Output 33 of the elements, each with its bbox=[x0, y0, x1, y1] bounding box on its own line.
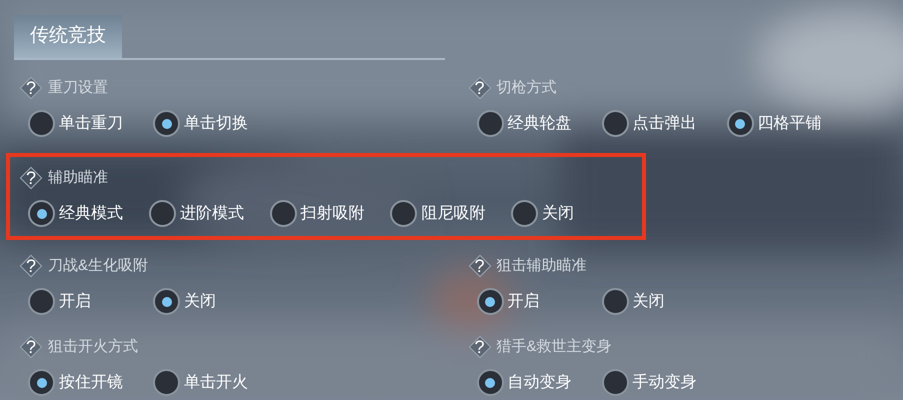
option-label: 单击开火 bbox=[184, 372, 248, 392]
option-label: 单击切换 bbox=[184, 114, 248, 134]
setting-title: 狙击辅助瞄准 bbox=[496, 256, 586, 276]
option-label: 四格平铺 bbox=[758, 114, 822, 134]
option-label: 单击重刀 bbox=[59, 114, 123, 134]
help-button[interactable]: ? bbox=[20, 255, 42, 277]
help-button[interactable]: ? bbox=[468, 77, 490, 99]
help-button[interactable]: ? bbox=[468, 255, 490, 277]
setting-title: 猎手&救世主变身 bbox=[496, 336, 612, 357]
option-label: 自动变身 bbox=[508, 372, 572, 392]
setting-title: 辅助瞄准 bbox=[48, 168, 108, 188]
option-label: 点击弹出 bbox=[632, 114, 696, 134]
setting-title: 切枪方式 bbox=[496, 78, 556, 98]
option-label: 经典模式 bbox=[59, 204, 123, 224]
option-label: 扫射吸附 bbox=[300, 204, 365, 224]
setting-title: 刀战&生化吸附 bbox=[48, 256, 148, 276]
option-label: 阻尼吸附 bbox=[421, 204, 486, 224]
option-label: 手动变身 bbox=[632, 372, 696, 392]
option-label: 关闭 bbox=[184, 292, 216, 312]
option-label: 开启 bbox=[59, 292, 91, 312]
help-button[interactable]: ? bbox=[468, 336, 490, 358]
option-label: 按住开镜 bbox=[59, 372, 123, 392]
option-label: 经典轮盘 bbox=[508, 114, 572, 134]
tab[interactable]: 传统竞技 bbox=[14, 15, 122, 58]
help-button[interactable]: ? bbox=[20, 336, 42, 358]
option-label: 关闭 bbox=[542, 204, 574, 224]
option-label: 进阶模式 bbox=[180, 204, 244, 224]
help-button[interactable]: ? bbox=[20, 167, 42, 189]
option-label: 关闭 bbox=[632, 292, 664, 312]
setting-title: 重刀设置 bbox=[48, 78, 108, 98]
setting-title: 狙击开火方式 bbox=[48, 336, 138, 357]
option-label: 开启 bbox=[508, 292, 540, 312]
help-button[interactable]: ? bbox=[20, 77, 42, 99]
